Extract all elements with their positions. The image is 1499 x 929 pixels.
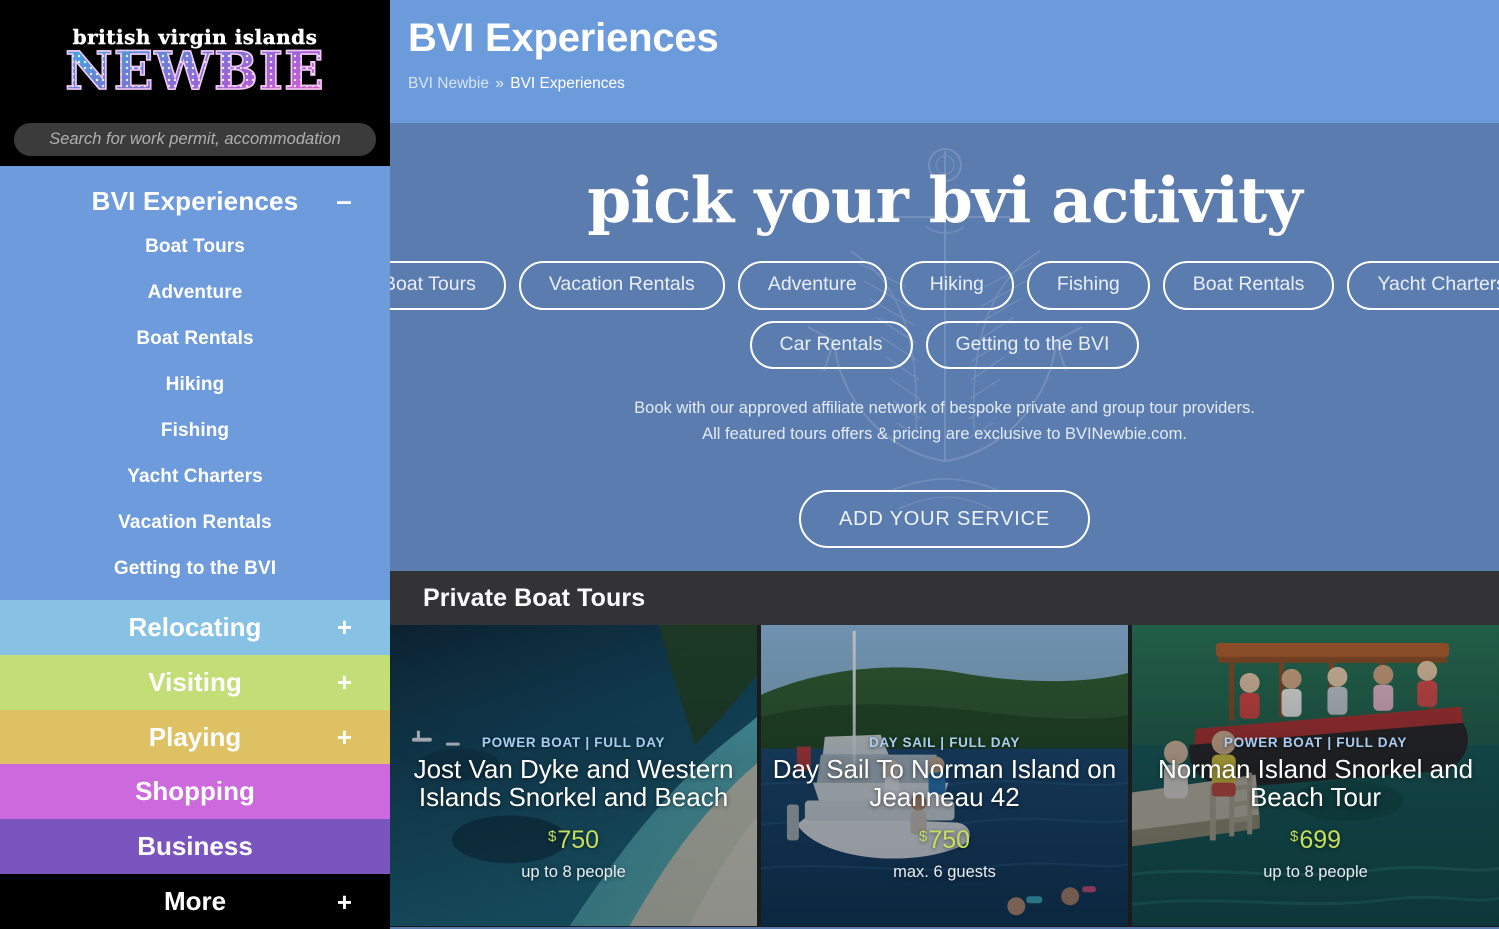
card-content: POWER BOAT | FULL DAY Jost Van Dyke and …	[390, 735, 757, 882]
sidebar-section-visiting[interactable]: Visiting +	[0, 654, 390, 710]
card-kicker: POWER BOAT | FULL DAY	[1223, 735, 1408, 750]
sidebar-section-header-bvi-experiences[interactable]: BVI Experiences –	[0, 178, 390, 224]
sidebar-item-label: Boat Tours	[145, 236, 245, 257]
sidebar-item-label: Hiking	[165, 374, 225, 395]
sidebar-subnav: Boat Tours Adventure Boat Rentals Hiking…	[0, 224, 390, 592]
logo-graphic: british virgin islands NEWBIE	[64, 27, 325, 103]
activity-pill-hiking[interactable]: Hiking	[899, 261, 1014, 310]
activity-pill-vacation-rentals[interactable]: Vacation Rentals	[518, 261, 725, 310]
sidebar-item-label: Boat Rentals	[136, 328, 254, 349]
breadcrumb-separator: »	[495, 74, 504, 92]
cta-container: ADD YOUR SERVICE	[390, 490, 1499, 549]
tour-card[interactable]: DAY SAIL | FULL DAY Day Sail To Norman I…	[761, 625, 1128, 927]
breadcrumb-home-link[interactable]: BVI Newbie	[408, 75, 489, 92]
sidebar-item-yacht-charters[interactable]: Yacht Charters	[0, 454, 390, 500]
card-currency-symbol: $	[547, 827, 557, 845]
sidebar-section-bvi-experiences: BVI Experiences – Boat Tours Adventure B…	[0, 166, 390, 600]
sidebar-item-boat-tours[interactable]: Boat Tours	[0, 224, 390, 270]
sidebar-item-vacation-rentals[interactable]: Vacation Rentals	[0, 500, 390, 546]
card-currency-symbol: $	[918, 827, 928, 845]
sidebar-item-hiking[interactable]: Hiking	[0, 362, 390, 408]
sidebar-section-label: More	[163, 886, 227, 917]
card-kicker: POWER BOAT | FULL DAY	[481, 735, 666, 750]
sidebar-item-label: Fishing	[160, 420, 230, 441]
activity-pill-boat-tours[interactable]: Boat Tours	[390, 261, 506, 310]
logo-wordmark: NEWBIE	[64, 41, 325, 103]
expand-plus-icon[interactable]: +	[337, 889, 352, 915]
activity-pill-car-rentals[interactable]: Car Rentals	[749, 320, 913, 369]
card-currency-symbol: $	[1289, 827, 1299, 845]
search-container	[0, 123, 390, 166]
sidebar-item-getting-to-the-bvi[interactable]: Getting to the BVI	[0, 546, 390, 592]
sidebar-section-shopping[interactable]: Shopping	[0, 764, 390, 820]
sidebar-item-adventure[interactable]: Adventure	[0, 270, 390, 316]
card-capacity: up to 8 people	[521, 862, 626, 881]
hero-banner: pick your bvi activity Boat Tours Vacati…	[390, 123, 1499, 571]
activity-pill-row-1: Boat Tours Vacation Rentals Adventure Hi…	[390, 261, 1499, 310]
card-kicker: DAY SAIL | FULL DAY	[868, 735, 1021, 750]
expand-plus-icon[interactable]: +	[337, 669, 352, 695]
sidebar-item-label: Yacht Charters	[127, 466, 263, 487]
sidebar-item-label: Vacation Rentals	[118, 512, 272, 533]
tour-card-list: POWER BOAT | FULL DAY Jost Van Dyke and …	[390, 625, 1499, 927]
tour-card[interactable]: POWER BOAT | FULL DAY Norman Island Snor…	[1132, 625, 1499, 927]
activity-pill-getting-to-the-bvi[interactable]: Getting to the BVI	[925, 320, 1140, 369]
sidebar-section-label: Visiting	[148, 666, 242, 697]
app-root: british virgin islands NEWBIE BVI Experi…	[0, 0, 1499, 929]
hero-description-line-2: All featured tours offers & pricing are …	[702, 424, 1187, 443]
main-content: BVI Experiences BVI Newbie » BVI Experie…	[390, 0, 1499, 929]
sidebar-item-boat-rentals[interactable]: Boat Rentals	[0, 316, 390, 362]
card-price-value: 750	[928, 825, 971, 854]
activity-filter-pills: Boat Tours Vacation Rentals Adventure Hi…	[390, 261, 1499, 369]
page-header: BVI Experiences BVI Newbie » BVI Experie…	[390, 0, 1499, 123]
sidebar: british virgin islands NEWBIE BVI Experi…	[0, 0, 390, 929]
card-capacity: max. 6 guests	[893, 862, 996, 881]
sidebar-section-label: BVI Experiences	[91, 185, 299, 216]
card-content: DAY SAIL | FULL DAY Day Sail To Norman I…	[761, 735, 1128, 882]
activity-pill-yacht-charters[interactable]: Yacht Charters	[1347, 261, 1499, 310]
expand-plus-icon[interactable]: +	[337, 614, 352, 640]
activity-pill-row-2: Car Rentals Getting to the BVI	[390, 320, 1499, 369]
page-title: BVI Experiences	[408, 16, 719, 60]
sidebar-item-label: Adventure	[147, 282, 243, 303]
breadcrumb: BVI Newbie » BVI Experiences	[408, 75, 1499, 93]
sidebar-section-label: Shopping	[135, 776, 255, 807]
expand-plus-icon[interactable]: +	[337, 724, 352, 750]
card-price: $750	[400, 825, 747, 854]
card-price-value: 699	[1299, 825, 1342, 854]
card-capacity: up to 8 people	[1263, 862, 1368, 881]
hero-description: Book with our approved affiliate network…	[390, 396, 1499, 447]
section-header-private-boat-tours: Private Boat Tours	[390, 571, 1499, 625]
card-title: Day Sail To Norman Island on Jeanneau 42	[772, 754, 1117, 812]
hero-description-line-1: Book with our approved affiliate network…	[634, 399, 1255, 417]
sidebar-section-label: Playing	[148, 721, 242, 752]
search-input[interactable]	[14, 123, 376, 156]
add-your-service-button[interactable]: ADD YOUR SERVICE	[798, 490, 1090, 549]
hero-title: pick your bvi activity	[587, 163, 1302, 237]
sidebar-section-label: Business	[137, 831, 253, 862]
card-title: Norman Island Snorkel and Beach Tour	[1157, 754, 1474, 812]
section-title: Private Boat Tours	[423, 583, 646, 612]
card-price: $699	[1142, 825, 1489, 854]
hero-inner: pick your bvi activity Boat Tours Vacati…	[390, 123, 1499, 549]
activity-pill-fishing[interactable]: Fishing	[1026, 261, 1150, 310]
breadcrumb-current: BVI Experiences	[510, 74, 625, 92]
sidebar-section-more[interactable]: More +	[0, 874, 390, 929]
card-title: Jost Van Dyke and Western Islands Snorke…	[413, 754, 734, 812]
activity-pill-adventure[interactable]: Adventure	[737, 261, 887, 310]
sidebar-section-business[interactable]: Business	[0, 819, 390, 875]
tour-card[interactable]: POWER BOAT | FULL DAY Jost Van Dyke and …	[390, 625, 757, 927]
card-price-value: 750	[557, 825, 600, 854]
card-content: POWER BOAT | FULL DAY Norman Island Snor…	[1132, 735, 1499, 882]
sidebar-item-fishing[interactable]: Fishing	[0, 408, 390, 454]
sidebar-section-playing[interactable]: Playing +	[0, 709, 390, 765]
activity-pill-boat-rentals[interactable]: Boat Rentals	[1162, 261, 1335, 310]
card-price: $750	[771, 825, 1118, 854]
sidebar-section-relocating[interactable]: Relocating +	[0, 600, 390, 655]
sidebar-section-label: Relocating	[128, 611, 262, 642]
collapse-minus-icon[interactable]: –	[336, 187, 352, 215]
site-logo[interactable]: british virgin islands NEWBIE	[0, 0, 390, 123]
sidebar-item-label: Getting to the BVI	[113, 558, 277, 579]
